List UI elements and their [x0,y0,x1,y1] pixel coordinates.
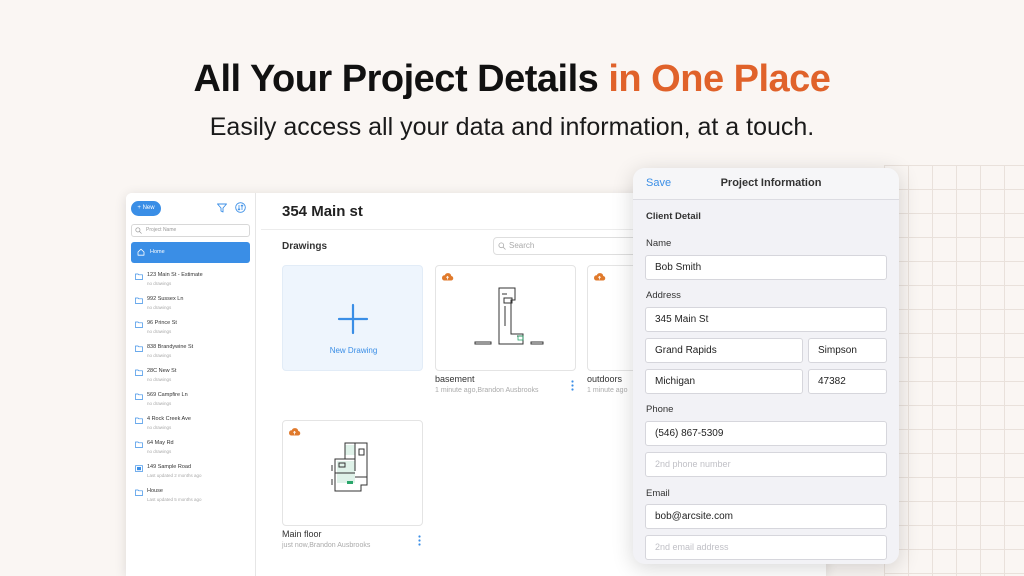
project-list-item[interactable]: 28C New St no drawings [126,367,256,391]
project-meta: no drawings [147,353,172,358]
project-meta: Last updated 2 months ago [147,473,202,478]
project-list-item[interactable]: 4 Rock Creek Ave no drawings [126,415,256,439]
folder-icon [135,273,143,280]
phone-label: Phone [646,404,674,415]
project-name: 4 Rock Creek Ave [147,416,191,422]
zip-field[interactable]: 47382 [808,369,887,394]
drawings-heading: Drawings [282,241,328,252]
project-information-panel: Save Project Information Client Detail N… [633,168,899,564]
address-label: Address [646,290,681,301]
phone-field[interactable]: (546) 867-5309 [645,421,887,446]
drawing-name: outdoors [587,374,623,384]
city-field[interactable]: Grand Rapids [645,338,803,363]
county-field[interactable]: Simpson [808,338,887,363]
project-meta: no drawings [147,281,172,286]
folder-icon [135,417,143,424]
home-icon [137,248,145,256]
drawing-card[interactable] [435,265,576,371]
panel-header: Save Project Information [633,168,899,200]
folder-icon [135,345,143,352]
more-options-icon[interactable] [571,380,574,391]
folder-icon [135,393,143,400]
new-project-button[interactable]: + New [131,201,161,216]
filter-icon[interactable] [217,203,227,213]
project-meta: no drawings [147,305,172,310]
email-field[interactable]: bob@arcsite.com [645,504,887,529]
folder-icon [135,489,143,496]
email-label: Email [646,488,670,499]
name-label: Name [646,238,672,249]
drawing-name: Main floor [282,529,322,539]
client-detail-heading: Client Detail [646,211,701,222]
project-list-item[interactable]: 149 Sample Road Last updated 2 months ag… [126,463,256,487]
project-meta: no drawings [147,449,172,454]
project-list-item[interactable]: 96 Prince St no drawings [126,319,256,343]
project-name: 149 Sample Road [147,464,192,470]
project-name: 569 Campfire Ln [147,392,188,398]
name-field[interactable]: Bob Smith [645,255,887,280]
project-name: House [147,488,163,494]
project-search-input[interactable]: Project Name [131,224,250,237]
email2-field[interactable]: 2nd email address [645,535,887,560]
more-options-icon[interactable] [418,535,421,546]
new-drawing-label: New Drawing [329,346,378,355]
project-name: 992 Sussex Ln [147,296,184,302]
project-meta: Last updated 5 months ago [147,497,202,502]
project-search-placeholder: Project Name [146,227,177,233]
project-list-item[interactable]: 64 May Rd no drawings [126,439,256,463]
search-icon [498,242,506,250]
folder-icon [135,369,143,376]
state-field[interactable]: Michigan [645,369,803,394]
project-name: 838 Brandywine St [147,344,194,350]
folder-icon [135,297,143,304]
project-list-item[interactable]: 569 Campfire Ln no drawings [126,391,256,415]
image-folder-icon [135,465,143,472]
phone2-field[interactable]: 2nd phone number [645,452,887,477]
project-name: 28C New St [147,368,177,374]
cloud-upload-icon [594,273,606,281]
project-list-item[interactable]: 838 Brandywine St no drawings [126,343,256,367]
project-meta: no drawings [147,425,172,430]
drawing-meta: 1 minute ago [587,387,628,394]
sidebar: + New Project Name Home 123 Main St - Es… [126,193,256,576]
sidebar-home-label: Home [150,249,165,255]
drawing-search-placeholder: Search [509,241,535,250]
sidebar-item-home[interactable]: Home [131,242,250,263]
plus-icon [337,303,369,335]
project-meta: no drawings [147,377,172,382]
panel-title: Project Information [720,177,822,189]
floor-plan-thumbnail [474,287,544,345]
project-meta: no drawings [147,401,172,406]
drawing-meta: 1 minute ago,Brandon Ausbrooks [435,387,539,394]
project-list-item[interactable]: House Last updated 5 months ago [126,487,256,511]
project-title: 354 Main st [282,203,363,220]
project-list-item[interactable]: 123 Main St - Estimate no drawings [126,271,256,295]
new-drawing-card[interactable]: New Drawing [282,265,423,371]
project-name: 123 Main St - Estimate [147,272,203,278]
drawing-card[interactable] [282,420,423,526]
drawing-meta: just now,Brandon Ausbrooks [282,542,371,549]
cloud-upload-icon [289,428,301,436]
hero-subheadline: Easily access all your data and informat… [209,113,815,141]
folder-icon [135,321,143,328]
drawing-name: basement [435,374,475,384]
drawing-search-input[interactable]: Search [493,237,653,255]
grid-background [884,165,1024,576]
headline-main: All Your Project Details [193,58,599,100]
cloud-upload-icon [442,273,454,281]
folder-icon [135,441,143,448]
project-list: 123 Main St - Estimate no drawings 992 S… [126,271,256,511]
project-name: 96 Prince St [147,320,177,326]
project-list-item[interactable]: 992 Sussex Ln no drawings [126,295,256,319]
floor-plan-thumbnail [331,442,368,492]
street-field[interactable]: 345 Main St [645,307,887,332]
headline-accent: in One Place [608,58,831,100]
hero-headline: All Your Project Details in One Place [0,58,1024,101]
sort-icon[interactable] [235,202,246,213]
project-meta: no drawings [147,329,172,334]
project-name: 64 May Rd [147,440,174,446]
search-icon [135,227,142,234]
